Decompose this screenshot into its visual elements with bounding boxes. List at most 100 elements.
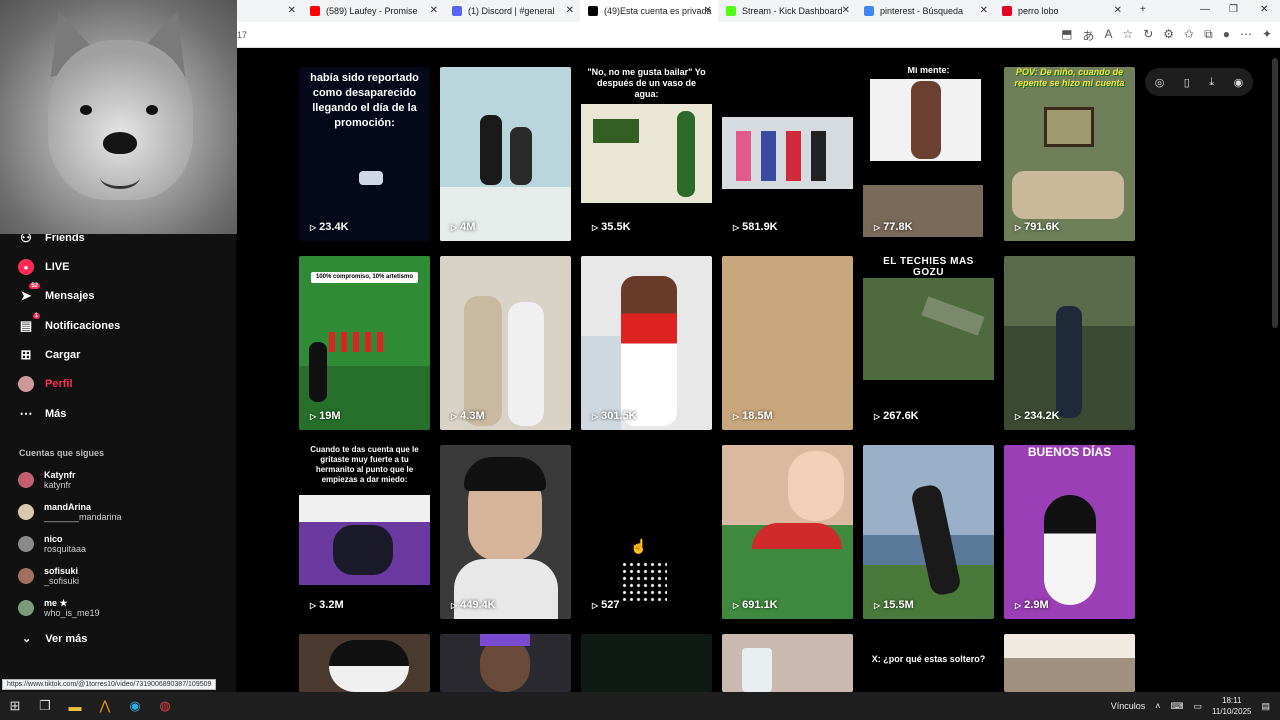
phone-icon[interactable]: ▯ bbox=[1184, 76, 1190, 89]
download-icon[interactable]: ⤓ bbox=[1209, 76, 1214, 89]
sidebar-item-notifications[interactable]: ▤ 1 Notificaciones bbox=[18, 313, 120, 334]
sidebar-item-messages[interactable]: ➤ 52 Mensajes bbox=[18, 283, 95, 304]
video-thumbnail[interactable]: ▷ 301.5K bbox=[581, 256, 712, 430]
scrollbar[interactable] bbox=[1272, 58, 1278, 328]
video-thumbnail[interactable]: ▷ 527 bbox=[581, 445, 712, 619]
favorite-icon[interactable]: ☆ bbox=[1122, 27, 1133, 44]
browser-tab-1[interactable]: (589) Laufey - Promise ✕ bbox=[302, 0, 444, 22]
browser-tab-6[interactable]: perro lobo ✕ bbox=[994, 0, 1128, 22]
hair-image bbox=[464, 457, 546, 491]
clock-date: 11/10/2025 bbox=[1212, 707, 1252, 716]
menu-dots-icon[interactable]: ⋯ bbox=[1240, 27, 1252, 44]
links-label[interactable]: Vínculos bbox=[1111, 701, 1146, 711]
video-thumbnail[interactable]: ▷ 4.3M bbox=[440, 256, 571, 430]
browser-tab-2[interactable]: (1) Discord | #general ✕ bbox=[444, 0, 580, 22]
video-thumbnail[interactable] bbox=[581, 634, 712, 692]
view-count: ▷ 15.5M bbox=[874, 599, 914, 611]
close-tab-icon[interactable]: ✕ bbox=[842, 5, 850, 16]
video-thumbnail[interactable] bbox=[722, 634, 853, 692]
translate-icon[interactable]: あ bbox=[1082, 27, 1094, 44]
favorites-bar-icon[interactable]: ✩ bbox=[1184, 27, 1194, 44]
video-thumbnail[interactable]: ▷ 449.4K bbox=[440, 445, 571, 619]
user-avatar-icon[interactable]: ◉ bbox=[1234, 76, 1244, 89]
video-thumbnail[interactable]: ▷ 4M bbox=[440, 67, 571, 241]
following-item[interactable]: me ★ who_is_me19 bbox=[18, 598, 100, 618]
compass-icon[interactable]: ◎ bbox=[1155, 76, 1165, 89]
video-thumbnail[interactable]: había sido reportado como desaparecido l… bbox=[299, 67, 430, 241]
refresh-icon[interactable]: ↻ bbox=[1143, 27, 1153, 44]
start-icon[interactable]: ⊞ bbox=[0, 692, 30, 720]
file-explorer-icon[interactable]: ▬ bbox=[60, 692, 90, 720]
person-image bbox=[480, 115, 502, 185]
view-count: ▷ 23.4K bbox=[310, 221, 349, 233]
copilot-icon[interactable]: ✦ bbox=[1262, 27, 1272, 44]
video-thumbnail[interactable]: BUENOS DÍAS ▷ 2.9M bbox=[1004, 445, 1135, 619]
maximize-icon[interactable]: ❐ bbox=[1229, 4, 1238, 15]
wolf-overlay-image bbox=[0, 0, 237, 234]
sidebar-item-upload[interactable]: ⊞ Cargar bbox=[18, 347, 81, 363]
browser-tab-5[interactable]: pinterest - Búsqueda ✕ bbox=[856, 0, 994, 22]
close-tab-icon[interactable]: ✕ bbox=[704, 5, 712, 16]
video-thumbnail[interactable]: ▷ 15.5M bbox=[863, 445, 994, 619]
cats-image bbox=[1012, 171, 1124, 219]
following-item[interactable]: mandArina _______mandarina bbox=[18, 502, 122, 522]
wolf-eye bbox=[146, 105, 158, 115]
close-tab-icon[interactable]: ✕ bbox=[288, 5, 296, 16]
play-icon: ▷ bbox=[451, 600, 458, 610]
chevron-up-icon[interactable]: ˄ bbox=[1155, 701, 1160, 711]
video-thumbnail[interactable]: ▷ 18.5M bbox=[722, 256, 853, 430]
video-thumbnail[interactable] bbox=[440, 634, 571, 692]
edge-icon[interactable]: ◉ bbox=[120, 692, 150, 720]
view-count: ▷ 234.2K bbox=[1015, 410, 1060, 422]
new-tab-icon[interactable]: + bbox=[1140, 4, 1146, 15]
close-tab-icon[interactable]: ✕ bbox=[430, 5, 438, 16]
notifications-icon: ▤ 1 bbox=[19, 313, 40, 333]
extensions-icon[interactable]: ⚙ bbox=[1163, 27, 1174, 44]
cat-image bbox=[329, 640, 409, 692]
video-thumbnail[interactable]: X: ¿por qué estas soltero? bbox=[863, 634, 994, 692]
close-window-icon[interactable]: ✕ bbox=[1260, 4, 1268, 15]
task-view-icon[interactable]: ❐ bbox=[30, 692, 60, 720]
following-item[interactable]: nico rosquitaaa bbox=[18, 534, 86, 554]
notification-center-icon[interactable]: ▤ bbox=[1261, 701, 1270, 712]
notifications-badge: 1 bbox=[32, 313, 40, 319]
close-tab-icon[interactable]: ✕ bbox=[566, 5, 574, 16]
video-thumbnail[interactable]: EL TECHIES MÁS GOZU ▷ 267.6K bbox=[863, 256, 994, 430]
video-thumbnail[interactable]: ▷ 691.1K bbox=[722, 445, 853, 619]
url-text[interactable]: 17 bbox=[237, 30, 247, 40]
read-aloud-icon[interactable]: A bbox=[1104, 27, 1112, 44]
play-icon: ▷ bbox=[1015, 600, 1022, 610]
video-thumbnail[interactable]: Cuando te das cuenta que le gritaste muy… bbox=[299, 445, 430, 619]
keyboard-icon[interactable]: ⌨ bbox=[1171, 701, 1184, 712]
following-item[interactable]: sofisuki _sofisuki bbox=[18, 566, 79, 586]
following-item[interactable]: Katynfr katynfr bbox=[18, 470, 76, 490]
install-app-icon[interactable]: ⬒ bbox=[1061, 27, 1072, 44]
close-tab-icon[interactable]: ✕ bbox=[980, 5, 988, 16]
browser-tab-3[interactable]: (49)Esta cuenta es privada ✕ bbox=[580, 0, 718, 22]
profile-avatar-icon[interactable]: ● bbox=[1223, 27, 1230, 44]
app-icon[interactable]: ⋀ bbox=[90, 692, 120, 720]
close-tab-icon[interactable]: ✕ bbox=[1114, 5, 1122, 16]
network-icon[interactable]: ▭ bbox=[1194, 701, 1203, 712]
cat-image bbox=[1044, 495, 1096, 605]
video-thumbnail[interactable]: ▷ 581.9K bbox=[722, 67, 853, 241]
sidebar-item-profile[interactable]: Perfil bbox=[18, 376, 73, 392]
minimize-icon[interactable]: — bbox=[1200, 4, 1210, 15]
video-thumbnail[interactable] bbox=[1004, 634, 1135, 692]
video-thumbnail[interactable]: "No, no me gusta bailar" Yo después de u… bbox=[581, 67, 712, 241]
video-thumbnail[interactable]: ▷ 234.2K bbox=[1004, 256, 1135, 430]
video-thumbnail[interactable]: POV: De niño, cuando de repente se hizo … bbox=[1004, 67, 1135, 241]
see-more-button[interactable]: ⌄ Ver más bbox=[22, 632, 87, 646]
obs-icon[interactable]: ◍ bbox=[150, 692, 180, 720]
video-thumbnail[interactable] bbox=[299, 634, 430, 692]
sidebar-item-more[interactable]: ⋯ Más bbox=[18, 406, 67, 422]
face-image bbox=[788, 451, 844, 521]
collections-icon[interactable]: ⧉ bbox=[1204, 27, 1213, 44]
following-name: mandArina bbox=[44, 502, 92, 512]
browser-tab-4[interactable]: Stream - Kick Dashboard ✕ bbox=[718, 0, 856, 22]
clock[interactable]: 18:11 11/10/2025 bbox=[1212, 695, 1251, 717]
view-count: ▷ 18.5M bbox=[733, 410, 773, 422]
video-thumbnail[interactable]: 100% compromiso, 10% artetismo ▷ 19M bbox=[299, 256, 430, 430]
sidebar-item-live[interactable]: ● LIVE bbox=[18, 259, 69, 275]
video-thumbnail[interactable]: Mi mente: ▷ 77.8K bbox=[863, 67, 994, 241]
